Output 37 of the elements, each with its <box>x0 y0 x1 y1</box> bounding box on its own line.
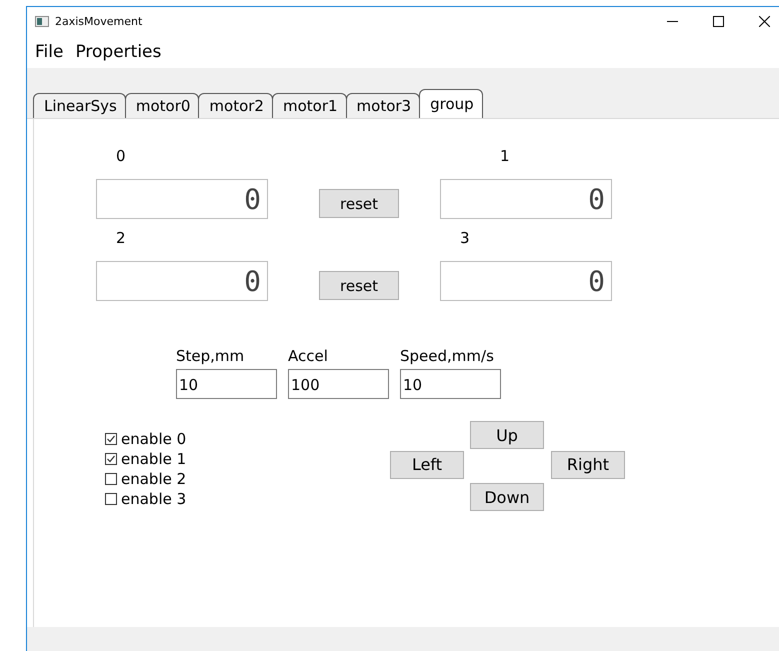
field-label: Speed,mm/s <box>400 347 495 367</box>
window-title: 2axisMovement <box>55 15 144 28</box>
checkbox-label: enable 1 <box>121 450 186 468</box>
input-field[interactable]: 100 <box>288 369 389 399</box>
minimize-icon[interactable] <box>666 20 678 22</box>
checkbox-label: enable 2 <box>121 470 186 488</box>
field-label: Step,mm <box>176 347 246 367</box>
lcd-display: 0 <box>440 179 612 219</box>
close-icon[interactable] <box>758 16 770 27</box>
checkbox-label: enable 3 <box>121 490 186 508</box>
lcd-display: 0 <box>96 179 268 219</box>
counter-label: 3 <box>460 229 471 249</box>
menu-item[interactable]: File <box>33 42 66 62</box>
checkbox[interactable] <box>105 493 117 505</box>
counter-label: 1 <box>500 147 511 167</box>
lcd-display: 0 <box>96 261 268 301</box>
right-button[interactable]: Right <box>551 450 625 478</box>
input-field[interactable]: 10 <box>176 369 277 399</box>
checkbox[interactable] <box>105 473 117 485</box>
field-label: Accel <box>288 347 329 367</box>
reset-button[interactable]: reset <box>319 189 399 218</box>
down-button[interactable]: Down <box>470 483 544 511</box>
maximize-icon[interactable] <box>712 16 724 27</box>
lcd-display: 0 <box>440 261 612 301</box>
checkbox[interactable] <box>105 433 117 445</box>
app-icon <box>35 16 49 27</box>
counter-label: 0 <box>116 147 127 167</box>
tab[interactable]: LinearSys <box>33 93 126 118</box>
counter-label: 2 <box>116 229 127 249</box>
reset-button[interactable]: reset <box>319 271 399 300</box>
tab[interactable]: group <box>419 89 483 118</box>
up-button[interactable]: Up <box>470 421 544 449</box>
menu-item[interactable]: Properties <box>73 42 164 62</box>
left-button[interactable]: Left <box>390 450 464 478</box>
input-field[interactable]: 10 <box>400 369 501 399</box>
checkbox-label: enable 0 <box>121 430 186 448</box>
checkbox[interactable] <box>105 453 117 465</box>
